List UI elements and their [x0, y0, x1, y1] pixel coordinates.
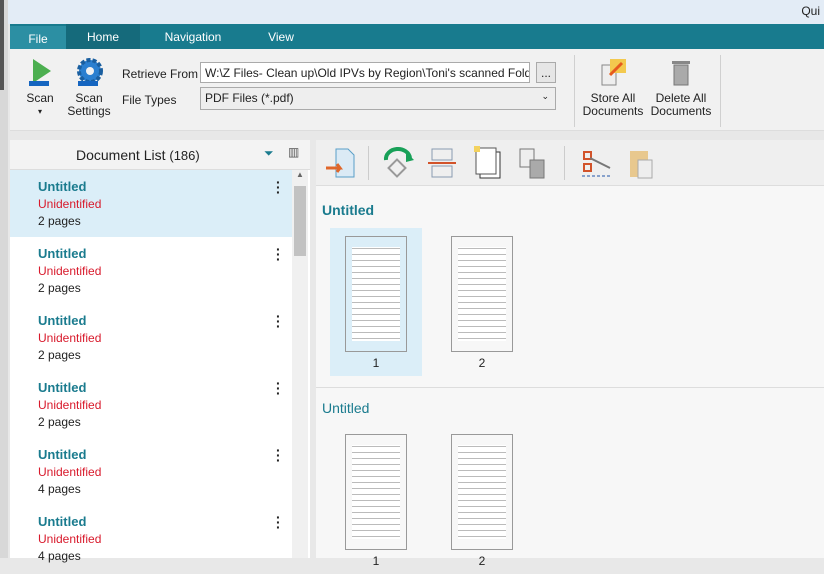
page-thumbnail[interactable]: 2 [436, 426, 528, 574]
more-options-icon[interactable]: · · · [276, 242, 281, 266]
more-options-icon[interactable]: · · · [276, 309, 281, 333]
page-viewer: Untitled 1 2 Untitled 1 2 [316, 140, 824, 568]
list-item[interactable]: Untitled Unidentified 2 pages · · · [10, 170, 292, 237]
rotate-icon[interactable] [380, 146, 416, 180]
chevron-down-icon: ⌄ [541, 91, 549, 101]
list-item[interactable]: Untitled Unidentified 2 pages · · · [10, 237, 292, 304]
retrieve-from-label: Retrieve From [122, 67, 199, 81]
tab-home[interactable]: Home [66, 24, 140, 49]
scan-settings-button[interactable]: Scan Settings [66, 57, 112, 118]
import-document-icon[interactable] [324, 146, 360, 180]
store-all-documents-button[interactable]: Store All Documents [580, 57, 646, 118]
window-title: Qui [801, 4, 820, 18]
file-types-select[interactable]: PDF Files (*.pdf) ⌄ [200, 87, 556, 110]
ribbon: Scan ▾ Scan Settings Retrieve From W:\Z Fi… [10, 49, 824, 131]
document-group: Untitled 1 2 [316, 388, 824, 568]
list-item[interactable]: Untitled Unidentified 4 pages · · · [10, 438, 292, 505]
document-count: (186) [169, 148, 200, 163]
document-list: Untitled Unidentified 2 pages · · · Untitled U… [10, 170, 310, 572]
retrieve-from-input[interactable]: W:\Z Files- Clean up\Old IPVs by Region\… [200, 62, 530, 83]
gear-icon [77, 58, 103, 86]
document-group: Untitled 1 2 [316, 186, 824, 386]
tab-navigation[interactable]: Navigation [140, 24, 246, 49]
tab-file[interactable]: File [10, 26, 66, 49]
more-options-icon[interactable]: · · · [276, 175, 281, 199]
page-thumbnail[interactable]: 1 [330, 228, 422, 376]
cut-icon[interactable] [578, 146, 614, 180]
tab-view[interactable]: View [246, 24, 316, 49]
viewer-toolbar [316, 140, 824, 186]
ribbon-tabs: File Home Navigation View [10, 24, 824, 49]
scan-button[interactable]: Scan ▾ [22, 57, 58, 118]
document-list-panel: Document List (186) ⏷ ▥ Untitled Unidenti… [10, 140, 310, 563]
filter-icon[interactable]: ⏷ [264, 146, 274, 161]
split-icon[interactable] [424, 146, 460, 180]
page-thumbnail[interactable]: 2 [436, 228, 528, 376]
new-document-icon[interactable] [470, 146, 506, 180]
list-item[interactable]: Untitled Unidentified 2 pages · · · [10, 304, 292, 371]
scan-icon [29, 59, 51, 86]
store-documents-icon [601, 59, 626, 86]
window-edge [0, 0, 8, 558]
delete-page-icon[interactable] [514, 146, 550, 180]
file-types-label: File Types [122, 93, 177, 107]
paste-icon[interactable] [622, 146, 658, 180]
browse-button[interactable]: ... [536, 62, 556, 83]
delete-all-documents-button[interactable]: Delete All Documents [648, 57, 714, 118]
group-title: Untitled [322, 202, 375, 218]
list-item[interactable]: Untitled Unidentified 2 pages · · · [10, 371, 292, 438]
document-list-header: Document List (186) ⏷ ▥ [10, 140, 310, 170]
more-options-icon[interactable]: · · · [276, 376, 281, 400]
document-list-title: Document List [76, 147, 166, 163]
list-item[interactable]: Untitled Unidentified 4 pages · · · [10, 505, 292, 572]
scrollbar[interactable]: ▲ [292, 170, 308, 558]
title-bar: Qui [0, 0, 824, 24]
page-thumbnail[interactable]: 1 [330, 426, 422, 574]
more-options-icon[interactable]: · · · [276, 443, 281, 467]
group-title: Untitled [322, 400, 370, 416]
scrollbar-thumb[interactable] [294, 186, 306, 256]
trash-icon [672, 61, 690, 86]
columns-icon[interactable]: ▥ [288, 145, 299, 159]
more-options-icon[interactable]: · · · [276, 510, 281, 534]
